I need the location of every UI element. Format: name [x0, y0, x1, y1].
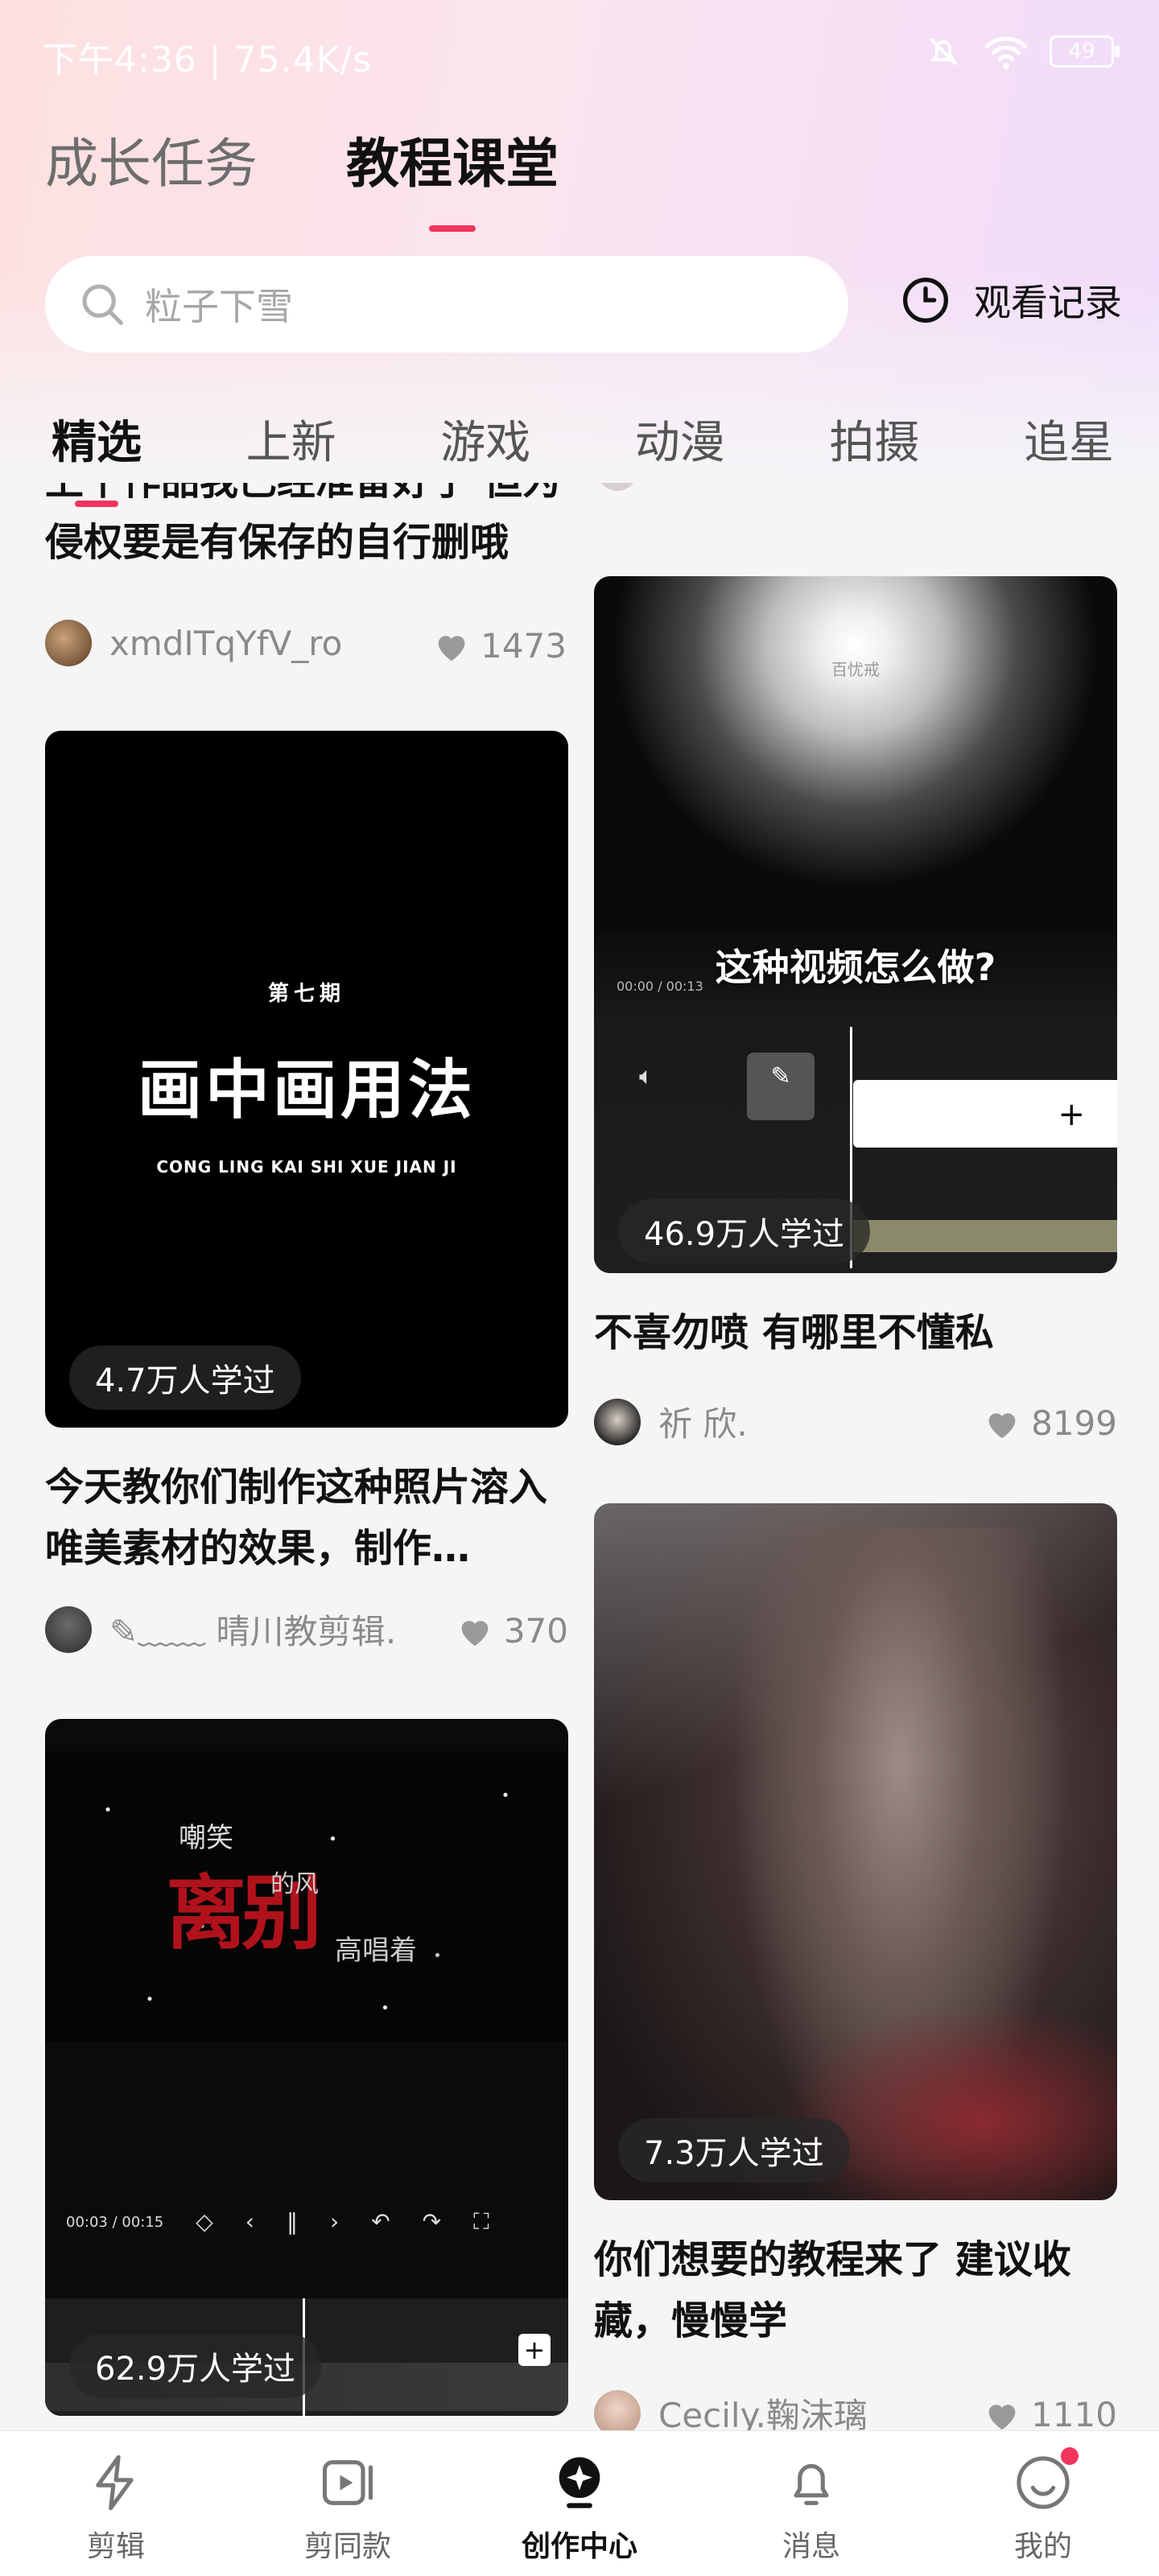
notification-dot	[1061, 2447, 1079, 2465]
cover-icon: ✎	[747, 1053, 815, 1120]
nav-label: 剪同款	[303, 2530, 391, 2563]
tab-growth-tasks[interactable]: 成长任务	[45, 121, 258, 198]
mute-original-icon: 🔈︎	[639, 1062, 654, 1090]
tutorial-card[interactable]: 上个作品我已经准备好了 但为 侵权要是有保存的自行删哦 xmdITqYfV_ro…	[0, 483, 580, 676]
clock-icon	[903, 278, 948, 323]
status-time: 下午4:36 | 75.4K/s	[42, 39, 373, 80]
wifi-icon	[984, 36, 1028, 69]
card-author[interactable]: xmdITqYfV_ro	[45, 620, 342, 666]
card-thumbnail[interactable]: 7.3万人学过	[594, 1503, 1117, 2200]
tutorial-card[interactable]: 第七期 画中画用法 CONG LING KAI SHI XUE JIAN JI …	[45, 731, 568, 1653]
bell-icon	[794, 2463, 829, 2505]
avatar	[45, 620, 92, 666]
learned-count-badge: 7.3万人学过	[618, 2118, 850, 2182]
search-icon	[82, 284, 123, 325]
nav-creation-center[interactable]: 创作中心	[464, 2431, 695, 2576]
category-shooting[interactable]: 拍摄	[829, 406, 919, 472]
learned-count-badge: 4.7万人学过	[69, 1346, 301, 1410]
card-title: 上个作品我已经准备好了 但为 侵权要是有保存的自行删哦	[45, 483, 561, 565]
card-thumbnail[interactable]: 百忧戒 这种视频怎么做? 00:00 / 00:13 🔈︎ ✎ + 46.9万人…	[594, 576, 1117, 1273]
card-thumbnail[interactable]: 第七期 画中画用法 CONG LING KAI SHI XUE JIAN JI …	[45, 731, 568, 1428]
nav-template[interactable]: 剪同款	[232, 2431, 464, 2576]
header-tabs: 成长任务 教程课堂	[45, 121, 559, 232]
card-likes[interactable]: 1473	[434, 626, 567, 666]
heart-icon	[988, 1412, 1016, 1438]
category-new[interactable]: 上新	[246, 406, 336, 472]
search-placeholder: 粒子下雪	[145, 285, 293, 328]
tutorial-card[interactable]: 嘲笑 离别 的风 高唱着 00:03 / 00:15 ◇‹‖›↶↷⛶ + 62.…	[45, 1719, 568, 2427]
card-likes[interactable]: 370	[457, 1611, 568, 1651]
nav-label: 创作中心	[521, 2530, 637, 2563]
bottom-nav: 剪辑 剪同款 创作中心 消息 我的	[0, 2430, 1159, 2576]
timecode: 00:03 / 00:15	[66, 2213, 164, 2231]
card-thumbnail[interactable]: 嘲笑 离别 的风 高唱着 00:03 / 00:15 ◇‹‖›↶↷⛶ + 62.…	[45, 1719, 568, 2416]
heart-icon	[438, 635, 465, 661]
add-clip-icon: +	[518, 2334, 551, 2366]
category-games[interactable]: 游戏	[440, 406, 530, 472]
cut-bolt-icon	[96, 2454, 134, 2511]
nav-messages[interactable]: 消息	[695, 2431, 927, 2576]
card-author[interactable]: Cecily.鞠沫璃	[594, 2388, 868, 2430]
card-title: 今天教你们制作这种照片溶入唯美素材的效果，制作…	[45, 1465, 548, 1571]
tutorial-feed: 上个作品我已经准备好了 但为 侵权要是有保存的自行删哦 xmdITqYfV_ro…	[0, 483, 1159, 2430]
card-title: 不喜勿喷 有哪里不懂私	[594, 1310, 994, 1355]
avatar	[594, 2389, 641, 2430]
battery-icon: 49	[1050, 35, 1120, 68]
search-bar[interactable]: 粒子下雪	[45, 256, 848, 352]
learned-count-badge: 62.9万人学过	[69, 2334, 322, 2398]
card-likes[interactable]: 8199	[984, 1403, 1117, 1443]
timeline-strip	[853, 1220, 1117, 1252]
editor-toolbar: 🔈︎ ✎ +	[594, 1027, 1117, 1268]
player-controls: 00:03 / 00:15 ◇‹‖›↶↷⛶	[45, 2186, 568, 2258]
tutorial-card[interactable]: 百忧戒 这种视频怎么做? 00:00 / 00:13 🔈︎ ✎ + 46.9万人…	[594, 576, 1117, 1461]
category-featured[interactable]: 精选	[52, 406, 142, 507]
battery-level: 49	[1068, 39, 1095, 64]
heart-icon	[461, 1620, 489, 1646]
profile-icon-wrap	[1013, 2447, 1079, 2513]
card-author[interactable]: 祈 欣.	[594, 1397, 748, 1446]
avatar	[45, 1605, 92, 1653]
thumbnail-title: 画中画用法	[138, 1053, 476, 1127]
avatar	[594, 1398, 641, 1445]
category-tabs: 精选 上新 游戏 动漫 拍摄 追星	[52, 406, 1114, 507]
timecode: 00:00 / 00:13	[617, 979, 703, 994]
tutorial-card[interactable]: 7.3万人学过 你们想要的教程来了 建议收 藏，慢慢学 Cecily.鞠沫璃 1…	[594, 1503, 1117, 2430]
nav-label: 消息	[782, 2530, 840, 2563]
controls-icons: ◇‹‖›↶↷⛶	[196, 2208, 522, 2235]
lyric-small-3: 高唱着	[335, 1935, 417, 1967]
creation-center-icon	[559, 2457, 600, 2508]
watch-history-button[interactable]: 观看记录	[900, 274, 1122, 327]
add-clip-icon: +	[1058, 1096, 1085, 1133]
thumbnail-watermark: 百忧戒	[831, 660, 880, 679]
watch-history-label: 观看记录	[974, 281, 1122, 324]
status-bar: 下午4:36 | 75.4K/s 49	[0, 0, 1159, 105]
tab-tutorial-class[interactable]: 教程课堂	[346, 121, 559, 232]
nav-label: 剪辑	[86, 2530, 145, 2563]
card-likes[interactable]: 1110	[984, 2395, 1117, 2430]
mute-bell-icon	[929, 37, 958, 66]
nav-edit[interactable]: 剪辑	[0, 2431, 232, 2576]
category-anime[interactable]: 动漫	[635, 406, 725, 472]
thumbnail-issue-label: 第七期	[267, 982, 345, 1006]
timeline-clip: +	[853, 1080, 1117, 1148]
lyric-small-2: 的风	[270, 1870, 319, 1898]
heart-icon	[988, 2404, 1016, 2430]
active-tab-indicator	[429, 225, 476, 232]
avatar	[597, 483, 637, 491]
video-template-icon	[322, 2460, 373, 2505]
card-title: 你们想要的教程来了 建议收 藏，慢慢学	[594, 2237, 1071, 2343]
learned-count-badge: 46.9万人学过	[618, 1199, 871, 1263]
card-author[interactable]: ✎﹏﹏ 晴川教剪辑…	[45, 1605, 399, 1654]
thumbnail-subtitle: CONG LING KAI SHI XUE JIAN JI	[156, 1157, 457, 1177]
category-celebrity[interactable]: 追星	[1024, 406, 1114, 472]
status-icons: 49	[924, 32, 1120, 71]
nav-label: 我的	[1013, 2530, 1072, 2563]
nav-profile[interactable]: 我的	[927, 2431, 1159, 2576]
